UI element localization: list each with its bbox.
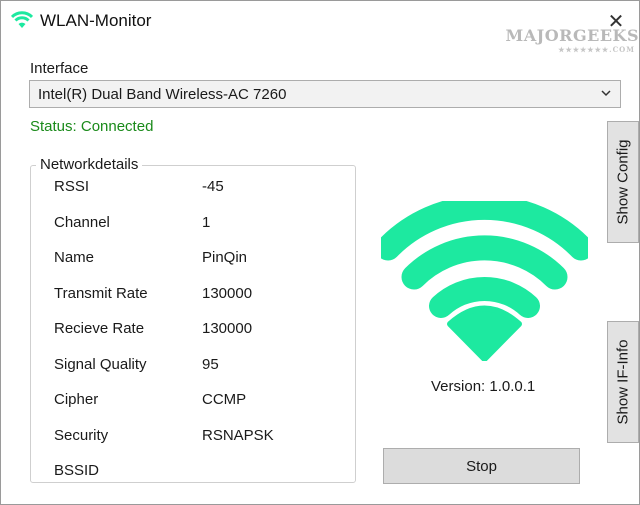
show-config-label: Show Config — [614, 139, 632, 225]
wifi-icon — [11, 11, 33, 28]
watermark-logo: MAJORGEEKS ★★★★★★★.COM — [501, 7, 639, 63]
security-label: Security — [54, 427, 109, 444]
transmit-rate-value: 130000 — [202, 285, 253, 302]
watermark-text: MAJORGEEKS — [505, 25, 639, 45]
transmit-rate-label: Transmit Rate — [54, 285, 148, 302]
name-label: Name — [54, 249, 95, 266]
cipher-value: CCMP — [202, 391, 247, 408]
interface-label: Interface — [30, 60, 89, 77]
bssid-redaction — [186, 459, 346, 479]
network-details-title: Networkdetails — [36, 156, 143, 173]
bssid-label: BSSID — [54, 462, 100, 479]
stop-button-label: Stop — [466, 457, 497, 475]
receive-rate-label: Recieve Rate — [54, 320, 145, 337]
stop-button[interactable]: Stop — [383, 448, 580, 484]
watermark-stars: ★★★★★★★.COM — [558, 45, 635, 54]
signal-strength-icon — [381, 201, 588, 361]
interface-dropdown[interactable]: Intel(R) Dual Band Wireless-AC 7260 — [29, 80, 621, 108]
signal-quality-value: 95 — [202, 356, 219, 373]
connection-status: Status: Connected — [30, 118, 154, 135]
signal-quality-label: Signal Quality — [54, 356, 147, 373]
channel-label: Channel — [54, 214, 110, 231]
receive-rate-value: 130000 — [202, 320, 253, 337]
name-value: PinQin — [202, 249, 248, 266]
show-if-info-label: Show IF-Info — [614, 339, 632, 425]
window-title: WLAN-Monitor — [40, 11, 152, 30]
security-value: RSNAPSK — [202, 427, 274, 444]
rssi-value: -45 — [202, 178, 224, 195]
show-config-button[interactable]: Show Config — [607, 121, 639, 243]
main-window: WLAN-Monitor ✕ MAJORGEEKS ★★★★★★★.COM In… — [0, 0, 640, 505]
version-text: Version: 1.0.0.1 — [431, 378, 536, 395]
channel-value: 1 — [202, 214, 211, 231]
chevron-down-icon — [601, 90, 611, 97]
rssi-label: RSSI — [54, 178, 90, 195]
cipher-label: Cipher — [54, 391, 99, 408]
interface-selected-value: Intel(R) Dual Band Wireless-AC 7260 — [38, 86, 287, 103]
show-if-info-button[interactable]: Show IF-Info — [607, 321, 639, 443]
